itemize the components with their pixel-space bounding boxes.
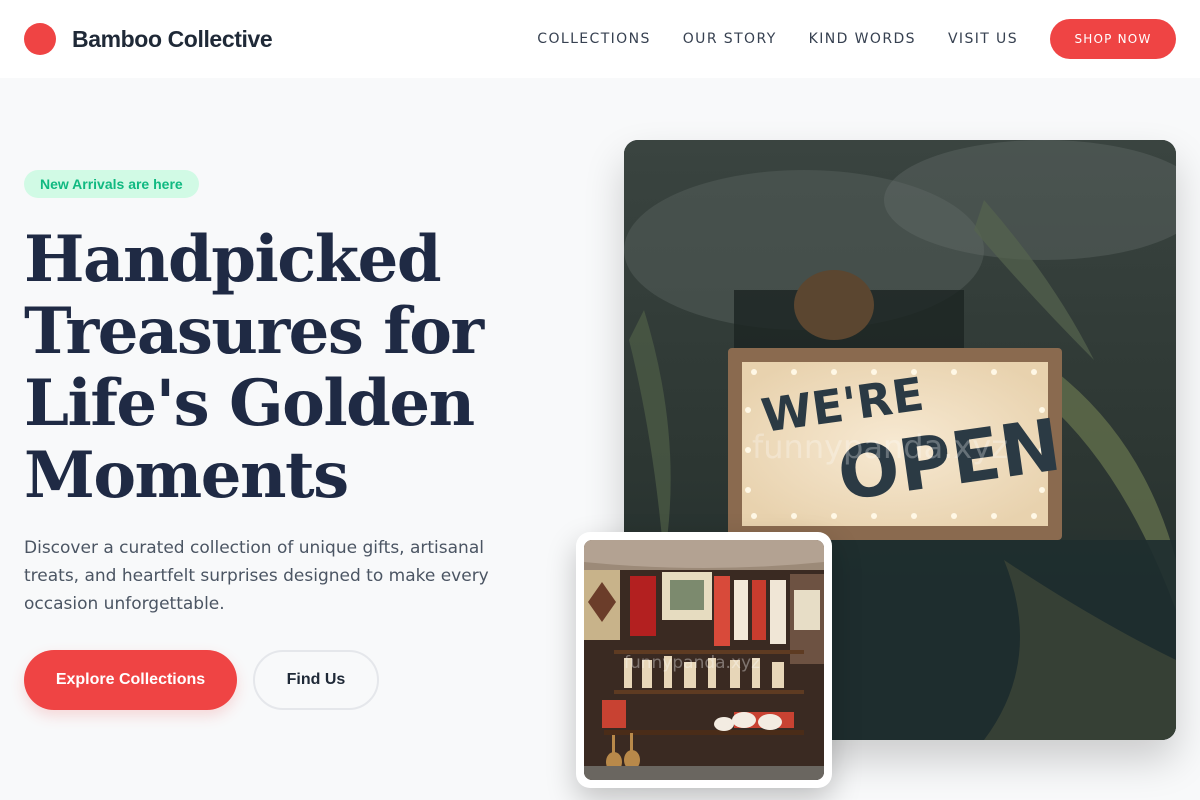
- shop-now-button[interactable]: SHOP NOW: [1050, 19, 1176, 59]
- explore-collections-button[interactable]: Explore Collections: [24, 650, 237, 710]
- nav-kind-words[interactable]: KIND WORDS: [809, 31, 916, 47]
- nav-visit-us[interactable]: VISIT US: [948, 31, 1018, 47]
- site-header: Bamboo Collective COLLECTIONS OUR STORY …: [0, 0, 1200, 78]
- hero-description: Discover a curated collection of unique …: [24, 538, 489, 614]
- nav-our-story[interactable]: OUR STORY: [683, 31, 777, 47]
- main-photo-watermark: funnypanda.xyz: [752, 428, 1008, 466]
- inset-photo-watermark: funnypanda.xyz: [624, 653, 760, 673]
- main-nav: COLLECTIONS OUR STORY KIND WORDS VISIT U…: [537, 31, 1018, 47]
- nav-collections[interactable]: COLLECTIONS: [537, 31, 650, 47]
- logo-icon[interactable]: [24, 23, 56, 55]
- brand-name[interactable]: Bamboo Collective: [72, 26, 273, 53]
- new-arrivals-badge: New Arrivals are here: [24, 170, 199, 198]
- hero-title: Handpicked Treasures for Life's Golden M…: [24, 222, 484, 513]
- market-stall-photo: funnypanda.xyz: [576, 532, 832, 788]
- find-us-button[interactable]: Find Us: [253, 650, 379, 710]
